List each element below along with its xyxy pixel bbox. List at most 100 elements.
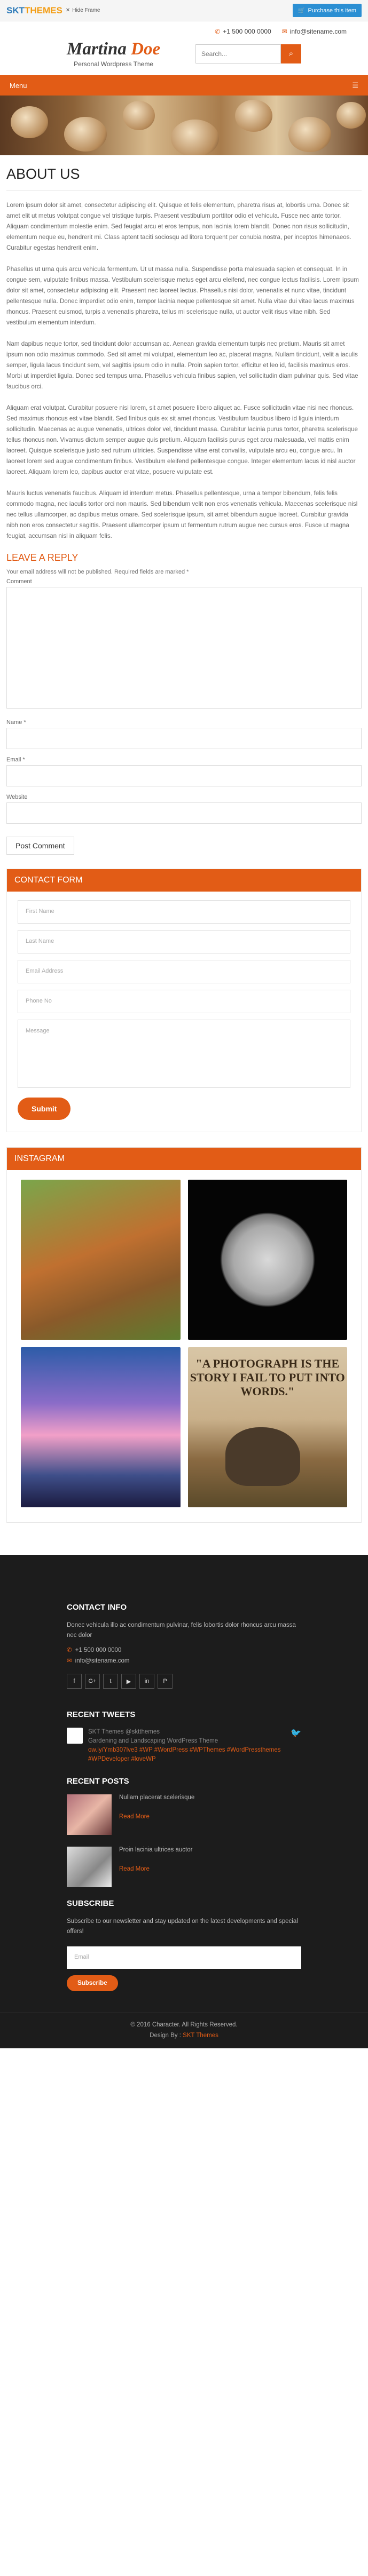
footer-contact-text: Donec vehicula illo ac condimentum pulvi…: [67, 1622, 296, 1639]
comment-form: LEAVE A REPLY Your email address will no…: [6, 552, 362, 869]
purchase-button[interactable]: 🛒 Purchase this item: [292, 4, 362, 17]
phone-icon: ✆: [67, 1647, 72, 1653]
website-field[interactable]: [6, 802, 362, 824]
comment-label: Comment: [6, 578, 32, 585]
post-title[interactable]: Proin lacinia ultrices auctor: [119, 1847, 192, 1853]
instagram-photo-moon[interactable]: [187, 1180, 347, 1340]
post-thumbnail[interactable]: [67, 1794, 112, 1835]
email-field[interactable]: [6, 765, 362, 786]
twitter-icon[interactable]: t: [103, 1674, 118, 1689]
site-logo[interactable]: Martina Doe Personal Wordpress Theme: [67, 39, 160, 68]
search-button[interactable]: ⌕: [281, 44, 301, 63]
copyright-bar: © 2016 Character. All Rights Reserved. D…: [0, 2013, 368, 2048]
tweet-item: SKT Themes @sktthemes Gardening and Land…: [67, 1728, 301, 1764]
hide-frame-label: Hide Frame: [72, 7, 100, 13]
youtube-icon[interactable]: ▶: [121, 1674, 136, 1689]
email-label: Email *: [6, 757, 25, 763]
site-footer: CONTACT INFO Donec vehicula illo ac cond…: [0, 1555, 368, 2048]
header-email-text: info@sitename.com: [289, 28, 347, 35]
recent-tweets-title: RECENT TWEETS: [67, 1710, 136, 1719]
hide-frame-link[interactable]: ✕ Hide Frame: [66, 7, 100, 13]
reply-title: LEAVE A REPLY: [6, 552, 79, 563]
facebook-icon[interactable]: f: [67, 1674, 82, 1689]
comment-textarea[interactable]: [6, 587, 362, 709]
linkedin-icon[interactable]: in: [139, 1674, 154, 1689]
close-icon: ✕: [65, 7, 71, 13]
search-input[interactable]: [195, 44, 281, 63]
footer-email[interactable]: ✉ info@sitename.com: [67, 1657, 301, 1664]
submit-button[interactable]: Submit: [18, 1098, 71, 1120]
tweet-links[interactable]: ow.ly/Ymb307lve3 #WP #WordPress #WPTheme…: [88, 1746, 285, 1764]
skt-logo-accent: THEMES: [25, 5, 62, 15]
hamburger-icon[interactable]: ☰: [352, 81, 358, 90]
demo-topbar: SKTTHEMES ✕ Hide Frame 🛒 Purchase this ite…: [0, 0, 368, 21]
instagram-widget: INSTAGRAM "A PHOTOGRAPH IS THE STORY I F…: [6, 1147, 362, 1523]
twitter-bird-icon: 🐦: [291, 1729, 301, 1738]
skt-logo[interactable]: SKTTHEMES ✕ Hide Frame: [6, 5, 100, 16]
photo-quote-text: "A PHOTOGRAPH IS THE STORY I FAIL TO PUT…: [190, 1357, 345, 1398]
post-comment-button[interactable]: Post Comment: [6, 837, 74, 855]
reply-note: Your email address will not be published…: [6, 569, 189, 575]
phone-icon: ✆: [215, 28, 221, 35]
subscribe-text: Subscribe to our newsletter and stay upd…: [67, 1918, 298, 1935]
about-paragraph: Mauris luctus venenatis faucibus. Aliqua…: [6, 490, 358, 539]
search-form: ⌕: [195, 44, 301, 63]
header-email[interactable]: ✉ info@sitename.com: [282, 28, 347, 35]
cart-icon: 🛒: [297, 7, 306, 14]
subscribe-title: SUBSCRIBE: [67, 1899, 114, 1908]
instagram-title: INSTAGRAM: [7, 1148, 361, 1170]
main-content: ABOUT US Lorem ipsum dolor sit amet, con…: [0, 166, 368, 1523]
header-phone: ✆ +1 500 000 0000: [215, 28, 271, 35]
message-field[interactable]: Message: [18, 1020, 350, 1088]
last-name-field[interactable]: Last Name: [18, 930, 350, 953]
purchase-label: Purchase this item: [308, 7, 356, 14]
subscribe-button[interactable]: Subscribe: [67, 1975, 118, 1991]
main-menu-bar[interactable]: Menu ☰: [0, 75, 368, 96]
recent-post-item[interactable]: Proin lacinia ultrices auctor Read More: [67, 1847, 301, 1887]
menu-label: Menu: [10, 81, 27, 90]
header-contact: ✆ +1 500 000 0000 ✉ info@sitename.com: [0, 21, 368, 35]
website-label: Website: [6, 794, 28, 800]
instagram-photo-elephant[interactable]: "A PHOTOGRAPH IS THE STORY I FAIL TO PUT…: [187, 1347, 347, 1507]
footer-phone: ✆ +1 500 000 0000: [67, 1646, 301, 1653]
about-paragraph: Nam dapibus neque tortor, sed tincidunt …: [6, 340, 358, 390]
site-tagline: Personal Wordpress Theme: [74, 60, 154, 68]
email-address-field[interactable]: Email Address: [18, 960, 350, 983]
tweet-user[interactable]: @sktthemes: [126, 1729, 160, 1735]
name-field[interactable]: [6, 728, 362, 749]
contact-form-title: CONTACT FORM: [7, 869, 361, 892]
tweet-avatar: [67, 1728, 83, 1744]
header-phone-text: +1 500 000 0000: [223, 28, 271, 35]
subscribe-email-input[interactable]: Email: [67, 1946, 301, 1969]
footer-contact-title: CONTACT INFO: [67, 1603, 127, 1612]
post-title[interactable]: Nullam placerat scelerisque: [119, 1794, 194, 1801]
search-icon: ⌕: [288, 49, 294, 58]
post-thumbnail[interactable]: [67, 1847, 112, 1887]
footer-phone-text: +1 500 000 0000: [75, 1647, 122, 1653]
about-paragraph: Aliquam erat volutpat. Curabitur posuere…: [6, 404, 358, 475]
footer-email-text: info@sitename.com: [75, 1658, 130, 1664]
contact-form-widget: CONTACT FORM First Name Last Name Email …: [6, 869, 362, 1132]
page-title: ABOUT US: [6, 166, 362, 190]
phone-field[interactable]: Phone No: [18, 990, 350, 1013]
mail-icon: ✉: [67, 1658, 72, 1664]
read-more-link[interactable]: Read More: [119, 1814, 194, 1820]
recent-post-item[interactable]: Nullam placerat scelerisque Read More: [67, 1794, 301, 1835]
instagram-photo-boat[interactable]: [21, 1347, 181, 1507]
first-name-field[interactable]: First Name: [18, 900, 350, 924]
recent-posts-title: RECENT POSTS: [67, 1777, 129, 1786]
social-links: f G+ t ▶ in P: [67, 1674, 301, 1689]
design-by-label: Design By :: [150, 2032, 181, 2039]
tweet-handle[interactable]: SKT Themes: [88, 1729, 124, 1735]
instagram-photo-squirrel[interactable]: [21, 1180, 181, 1340]
read-more-link[interactable]: Read More: [119, 1866, 192, 1872]
pinterest-icon[interactable]: P: [158, 1674, 173, 1689]
logo-last-name: Doe: [131, 39, 161, 59]
google-plus-icon[interactable]: G+: [85, 1674, 100, 1689]
design-by-link[interactable]: SKT Themes: [183, 2032, 218, 2039]
about-paragraph: Phasellus ut urna quis arcu vehicula fer…: [6, 266, 359, 326]
about-paragraph: Lorem ipsum dolor sit amet, consectetur …: [6, 202, 351, 251]
skt-logo-text: SKT: [6, 5, 25, 15]
mail-icon: ✉: [281, 28, 287, 35]
header-banner-image: [0, 96, 368, 155]
